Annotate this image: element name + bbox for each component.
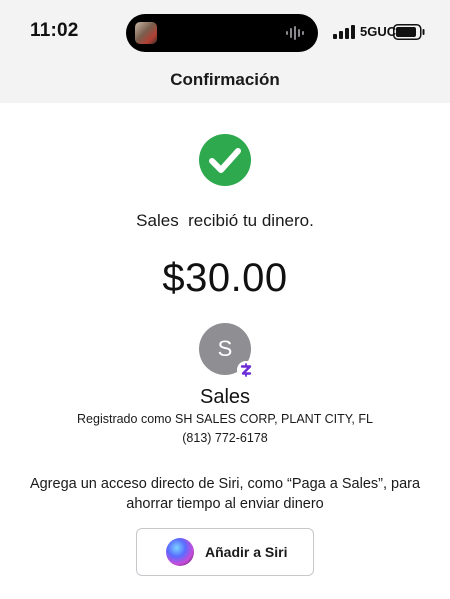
cash-app-icon [237,361,255,379]
payment-amount: $30.00 [162,256,288,300]
battery-icon [393,24,425,40]
recipient-registered-as: Registrado como SH SALES CORP, PLANT CIT… [77,412,373,426]
checkmark-circle-icon [199,134,251,186]
recipient-name: Sales [199,386,251,408]
now-playing-thumbnail [135,22,157,44]
status-time: 11:02 [30,20,79,41]
audio-waveform-icon [286,26,304,40]
received-message: Sales recibió tu dinero. [136,211,314,230]
add-to-siri-button[interactable]: Añadir a Siri [136,528,314,576]
dynamic-island[interactable] [126,14,318,52]
siri-shortcut-prompt: Agrega un acceso directo de Siri, como “… [29,476,421,512]
page-title: Confirmación [170,70,280,89]
recipient-phone[interactable]: (813) 772-6178 [0,431,450,445]
add-to-siri-label: Añadir a Siri [205,544,288,560]
network-type-label: 5GUC [360,24,397,39]
signal-icon [333,25,355,39]
siri-icon [166,538,194,566]
